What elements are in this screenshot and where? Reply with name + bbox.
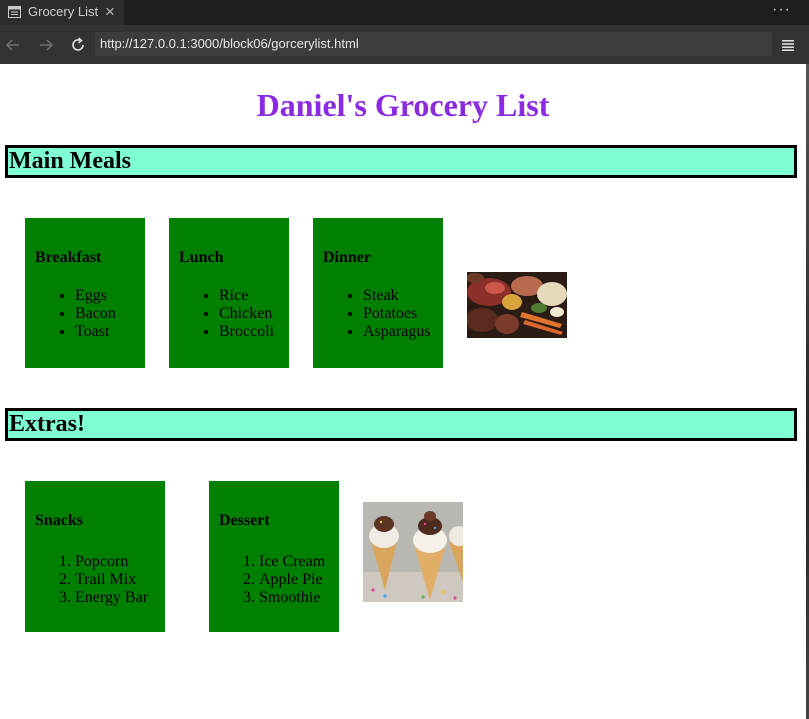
box-title: Lunch (179, 249, 224, 266)
navigation-bar: http://127.0.0.1:3000/block06/gorcerylis… (0, 25, 809, 64)
extra-box-snacks: Snacks Popcorn Trail Mix Energy Bar (25, 481, 165, 632)
extra-box-dessert: Dessert Ice Cream Apple Pie Smoothie (209, 481, 339, 632)
list-item: Trail Mix (75, 571, 148, 589)
reload-icon[interactable] (69, 36, 87, 54)
forward-arrow-icon[interactable] (37, 36, 55, 54)
more-actions-icon[interactable]: ··· (772, 0, 791, 25)
tab-close-icon[interactable]: × (100, 1, 120, 23)
meal-box-dinner: Dinner Steak Potatoes Asparagus (313, 218, 443, 368)
meal-box-lunch: Lunch Rice Chicken Broccoli (169, 218, 289, 368)
list-item: Smoothie (259, 589, 325, 607)
page-content: Daniel's Grocery List Main Meals Breakfa… (0, 64, 806, 719)
address-bar[interactable]: http://127.0.0.1:3000/block06/gorcerylis… (95, 32, 772, 56)
list-item: Toast (75, 323, 116, 341)
list-item: Asparagus (363, 323, 431, 341)
tab-bar: Grocery List × ··· (0, 0, 809, 25)
item-list: Ice Cream Apple Pie Smoothie (219, 553, 325, 607)
groceries-image (467, 272, 567, 338)
page-icon (8, 6, 21, 18)
item-list: Rice Chicken Broccoli (179, 287, 274, 341)
section-header-extras: Extras! (5, 408, 797, 441)
item-list: Steak Potatoes Asparagus (323, 287, 431, 341)
browser-tab[interactable]: Grocery List × (0, 0, 124, 25)
section-header-main-meals: Main Meals (5, 145, 797, 178)
list-item: Broccoli (219, 323, 274, 341)
list-item: Rice (219, 287, 274, 305)
item-list: Eggs Bacon Toast (35, 287, 116, 341)
list-item: Ice Cream (259, 553, 325, 571)
box-title: Snacks (35, 512, 84, 529)
list-item: Eggs (75, 287, 116, 305)
list-item: Steak (363, 287, 431, 305)
item-list: Popcorn Trail Mix Energy Bar (35, 553, 148, 607)
list-item: Bacon (75, 305, 116, 323)
list-item: Chicken (219, 305, 274, 323)
list-item: Energy Bar (75, 589, 148, 607)
page-title: Daniel's Grocery List (256, 87, 550, 123)
meal-box-breakfast: Breakfast Eggs Bacon Toast (25, 218, 145, 368)
list-item: Potatoes (363, 305, 431, 323)
box-title: Dinner (323, 249, 371, 266)
tab-title: Grocery List (28, 4, 99, 19)
box-title: Breakfast (35, 249, 102, 266)
box-title: Dessert (219, 512, 270, 529)
list-item: Popcorn (75, 553, 148, 571)
list-item: Apple Pie (259, 571, 325, 589)
back-arrow-icon[interactable] (4, 36, 22, 54)
ice-cream-image (363, 502, 463, 602)
hamburger-menu-icon[interactable] (781, 38, 795, 52)
